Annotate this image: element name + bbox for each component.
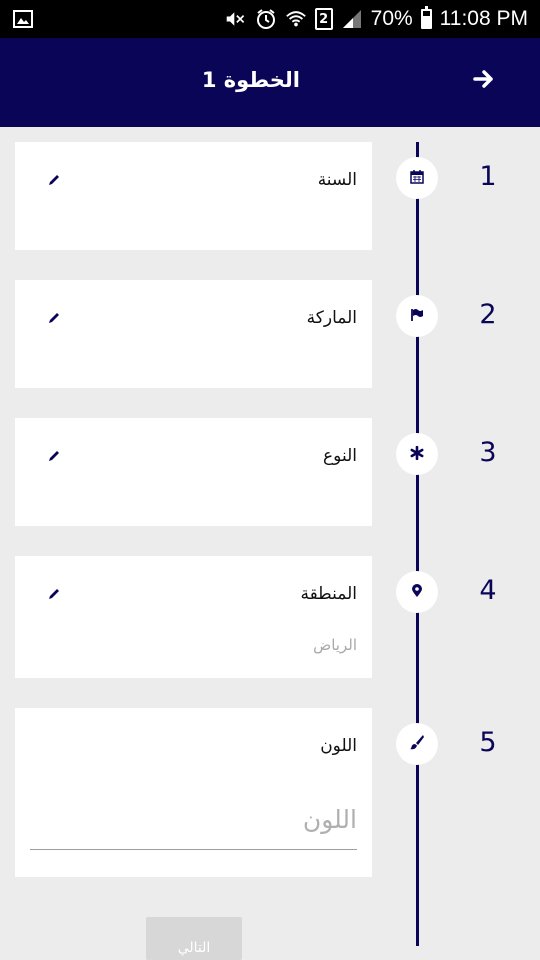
- step-card-year[interactable]: السنة: [15, 142, 372, 250]
- step-number: 1: [479, 161, 497, 192]
- step-card-color: اللون: [15, 708, 372, 877]
- step-number: 5: [479, 727, 497, 758]
- mute-icon: [225, 8, 247, 30]
- signal-icon: [341, 8, 363, 30]
- step-circle: [396, 295, 438, 337]
- step-card-brand[interactable]: الماركة: [15, 280, 372, 388]
- color-input[interactable]: [30, 790, 357, 850]
- battery-percent: 70%: [370, 7, 413, 30]
- timeline-line: [416, 142, 419, 946]
- calendar-icon: [410, 169, 424, 188]
- battery-icon: [420, 6, 432, 29]
- pencil-icon[interactable]: [47, 172, 61, 186]
- clock: 11:08 PM: [439, 7, 528, 30]
- asterisk-icon: [410, 445, 424, 464]
- paint-brush-icon: [409, 734, 425, 754]
- map-marker-icon: [411, 583, 423, 602]
- step-number: 4: [479, 575, 497, 606]
- flag-icon: [410, 307, 424, 326]
- step-label: النوع: [323, 446, 357, 466]
- step-label: المنطقة: [300, 584, 357, 604]
- step-label: اللون: [320, 736, 357, 756]
- status-bar: 2 70% 11:08 PM: [0, 0, 540, 38]
- step-number: 2: [479, 299, 497, 330]
- step-label: الماركة: [306, 308, 357, 328]
- step-circle: [396, 157, 438, 199]
- image-icon: [12, 8, 34, 30]
- step-card-region[interactable]: المنطقة الرياض: [15, 556, 372, 678]
- step-value: الرياض: [313, 636, 357, 654]
- alarm-icon: [255, 8, 277, 30]
- step-card-type[interactable]: النوع: [15, 418, 372, 526]
- next-button[interactable]: التالي: [146, 917, 242, 960]
- app-bar: الخطوة 1: [0, 38, 540, 127]
- pencil-icon[interactable]: [47, 448, 61, 462]
- pencil-icon[interactable]: [47, 310, 61, 324]
- page-title: الخطوة 1: [201, 68, 300, 92]
- step-circle: [396, 723, 438, 765]
- step-circle: [396, 433, 438, 475]
- step-circle: [396, 571, 438, 613]
- step-label: السنة: [317, 170, 357, 190]
- step-number: 3: [479, 437, 497, 468]
- wifi-icon: [285, 8, 307, 30]
- sim-icon: 2: [314, 8, 333, 30]
- arrow-right-icon[interactable]: [472, 68, 500, 96]
- pencil-icon[interactable]: [47, 586, 61, 600]
